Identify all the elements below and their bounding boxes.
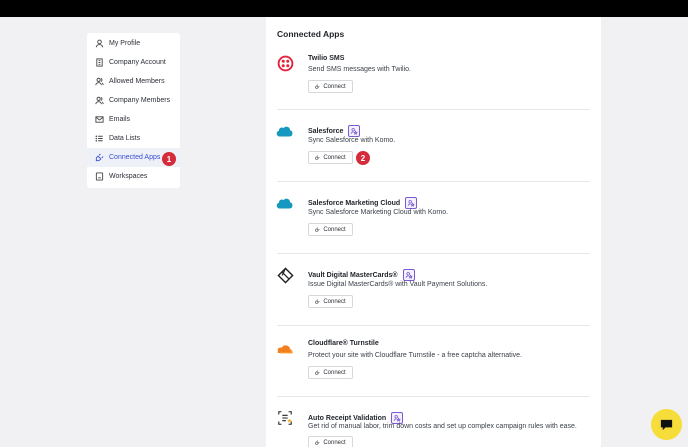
premium-badge-icon (402, 269, 415, 281)
premium-badge-icon (348, 125, 361, 137)
salesforce-cloud-icon (276, 122, 294, 140)
top-bar (0, 0, 688, 17)
sidebar-item-data-lists[interactable]: Data Lists (87, 129, 180, 148)
plug-icon (315, 84, 320, 89)
sidebar-item-label: Data Lists (109, 135, 141, 142)
app-desc-twilio: Send SMS messages with Twilio. (308, 66, 411, 73)
workspace-icon (94, 172, 104, 182)
vault-diamond-icon (276, 266, 294, 284)
salesforce-cloud-icon (276, 194, 294, 212)
plug-icon (315, 370, 320, 375)
app-desc-salesforce-marketing-cloud: Sync Salesforce Marketing Cloud with Kom… (308, 209, 449, 216)
cloudflare-cloud-icon (276, 339, 294, 357)
connect-button-cloudflare-turnstile[interactable]: Connect (308, 366, 353, 379)
twilio-logo-icon (276, 54, 294, 72)
app-name-twilio: Twilio SMS (308, 55, 345, 62)
app-desc-salesforce: Sync Salesforce with Komo. (308, 137, 396, 144)
sidebar-item-allowed-members[interactable]: Allowed Members (87, 72, 180, 91)
building-icon (94, 58, 104, 68)
plug-icon (315, 299, 320, 304)
divider (277, 181, 590, 182)
divider (277, 396, 590, 397)
divider (277, 253, 590, 254)
list-icon (94, 134, 104, 144)
step-marker-1: 1 (162, 152, 176, 166)
users-icon (94, 77, 104, 87)
connect-button-salesforce[interactable]: Connect (308, 151, 353, 164)
app-desc-auto-receipt-validation: Get rid of manual labor, trim down costs… (308, 423, 577, 430)
plug-icon (315, 155, 320, 160)
sidebar-item-label: Connected Apps (109, 154, 161, 161)
sidebar-item-label: My Profile (109, 40, 141, 47)
sidebar-item-label: Allowed Members (109, 78, 165, 85)
app-desc-vault-digital-mastercards: Issue Digital MasterCards® with Vault Pa… (308, 281, 488, 288)
sidebar-item-company-members[interactable]: Company Members (87, 91, 180, 110)
sidebar-item-company-account[interactable]: Company Account (87, 53, 180, 72)
sidebar-item-emails[interactable]: Emails (87, 110, 180, 129)
app-name-vault-digital-mastercards: Vault Digital MasterCards® (308, 269, 415, 281)
connect-button-twilio[interactable]: Connect (308, 80, 353, 93)
sidebar-item-label: Emails (109, 116, 131, 123)
connect-button-salesforce-marketing-cloud[interactable]: Connect (308, 223, 353, 236)
users-icon (94, 96, 104, 106)
plug-icon (94, 153, 104, 163)
app-name-cloudflare-turnstile: Cloudflare® Turnstile (308, 340, 379, 347)
page-title: Connected Apps (277, 29, 345, 39)
plug-icon (315, 227, 320, 232)
premium-badge-icon (405, 197, 418, 209)
divider (277, 109, 590, 110)
user-icon (94, 39, 104, 49)
sidebar-item-label: Company Members (109, 97, 171, 104)
sidebar-item-my-profile[interactable]: My Profile (87, 34, 180, 53)
receipt-scan-icon (276, 409, 294, 427)
mail-icon (94, 115, 104, 125)
connected-apps-panel: Connected Apps Twilio SMS Send SMS messa… (266, 17, 601, 447)
divider (277, 325, 590, 326)
chat-bubble-icon (660, 419, 673, 431)
sidebar-item-label: Workspaces (109, 173, 148, 180)
app-name-salesforce: Salesforce (308, 125, 361, 137)
plug-icon (315, 440, 320, 445)
app-desc-cloudflare-turnstile: Protect your site with Cloudflare Turnst… (308, 352, 522, 359)
connect-button-auto-receipt-validation[interactable]: Connect (308, 436, 353, 447)
chat-button[interactable] (651, 409, 682, 440)
sidebar-item-label: Company Account (109, 59, 166, 66)
app-name-salesforce-marketing-cloud: Salesforce Marketing Cloud (308, 197, 418, 209)
step-marker-2: 2 (356, 151, 370, 165)
sidebar-item-workspaces[interactable]: Workspaces (87, 167, 180, 186)
connect-button-vault-digital-mastercards[interactable]: Connect (308, 295, 353, 308)
